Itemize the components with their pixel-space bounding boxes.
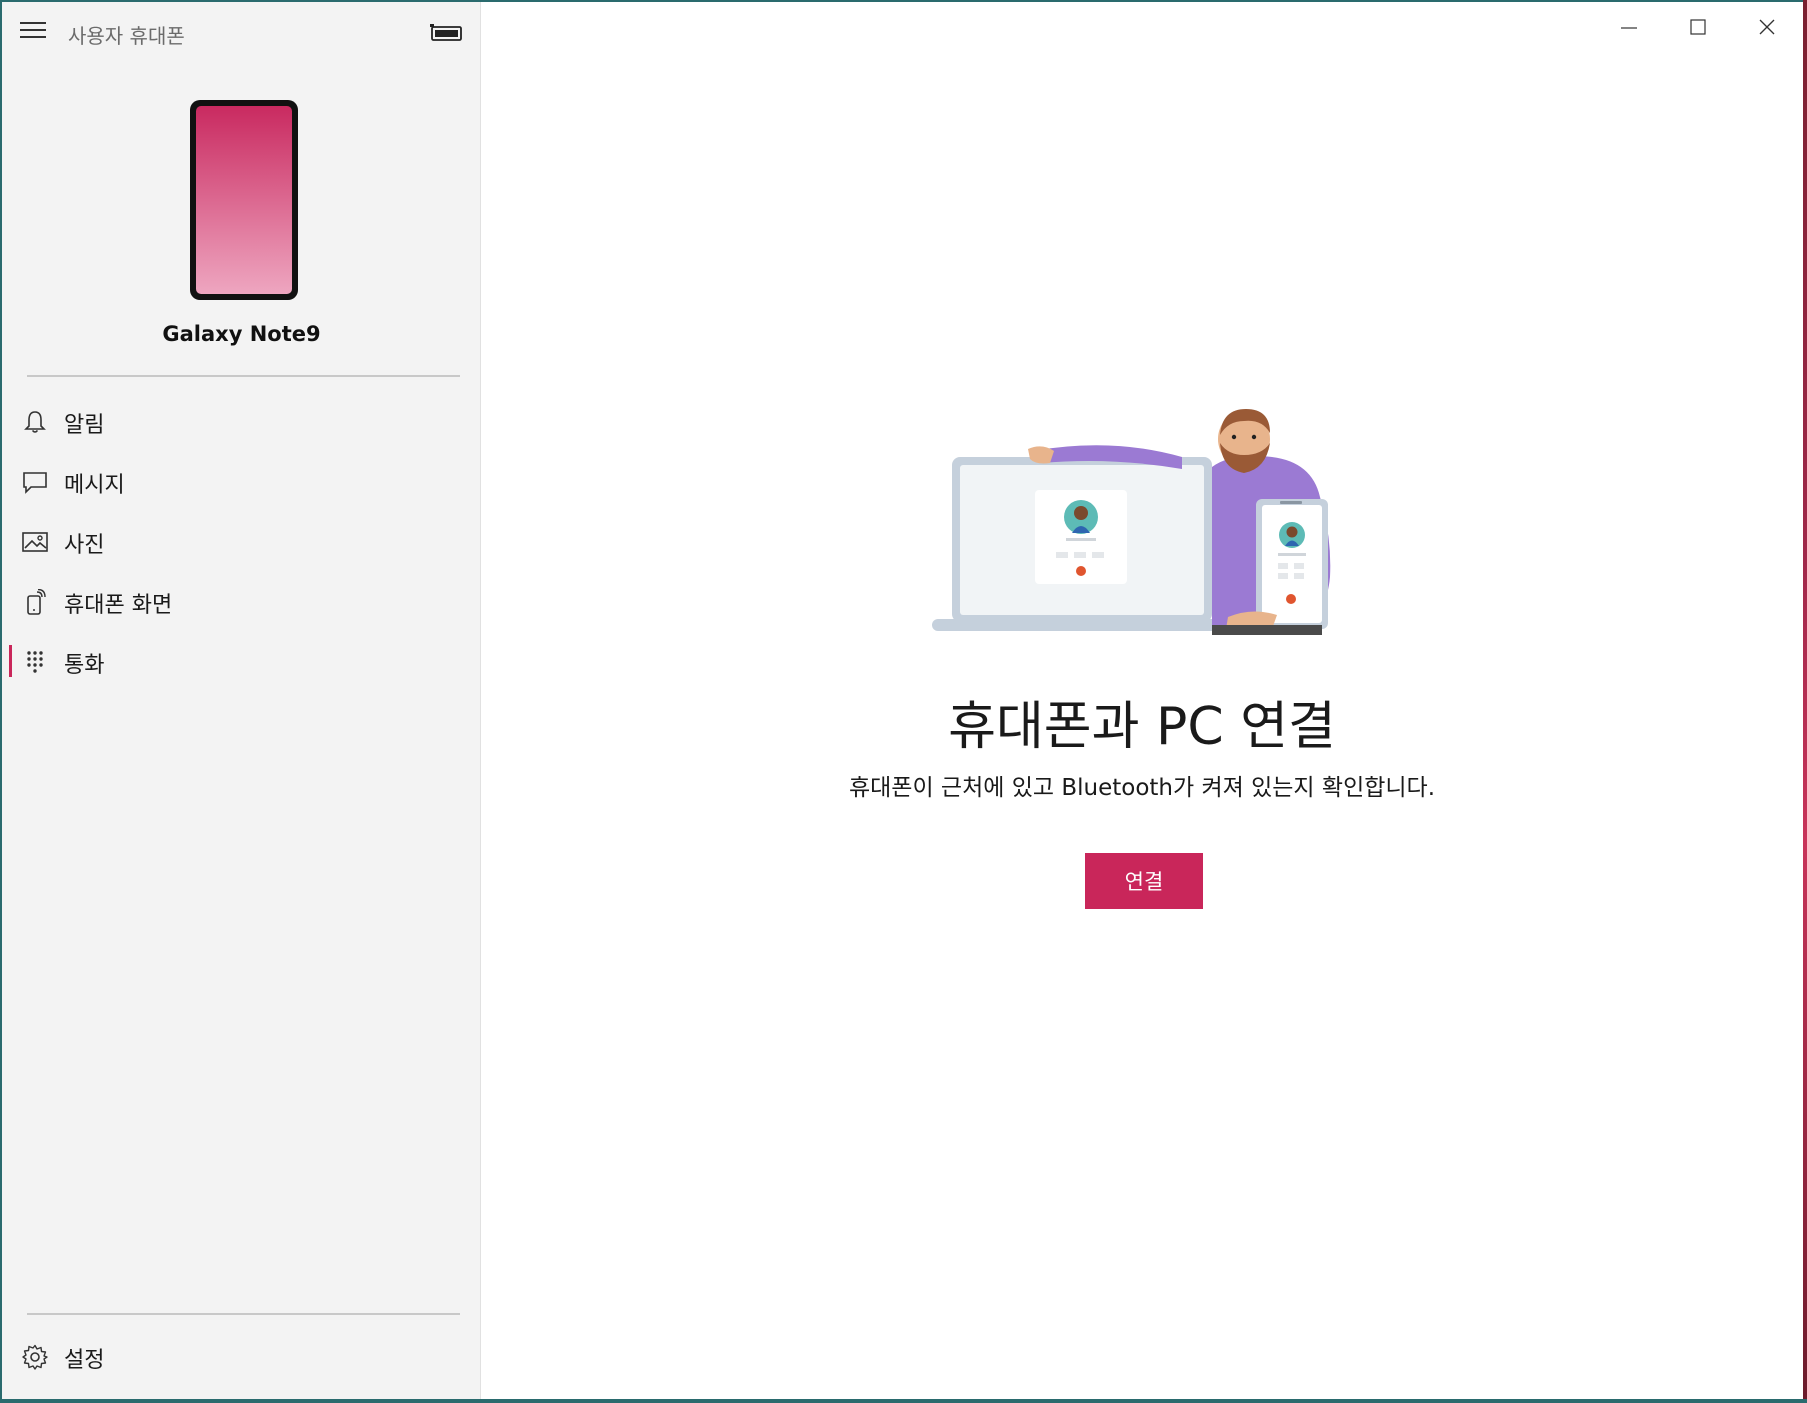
- sidebar-item-label: 통화: [64, 653, 105, 678]
- app-window: 사용자 휴대폰 Galaxy Note9 알림 메시지 사진 휴대폰 화면 통화…: [2, 2, 1803, 1399]
- sidebar: 사용자 휴대폰 Galaxy Note9 알림 메시지 사진 휴대폰 화면 통화…: [2, 2, 481, 1399]
- sidebar-item-label: 휴대폰 화면: [64, 593, 173, 618]
- sidebar-item-label: 사진: [64, 533, 105, 558]
- page-title: 휴대폰과 PC 연결: [948, 697, 1336, 757]
- settings-label: 설정: [64, 1348, 105, 1373]
- sidebar-nav: 알림 메시지 사진 휴대폰 화면 통화: [2, 391, 481, 691]
- photos-icon: [22, 532, 48, 552]
- close-icon[interactable]: [1744, 10, 1790, 46]
- phone-screen-icon: [27, 589, 46, 615]
- sidebar-item-phone-screen[interactable]: 휴대폰 화면: [2, 571, 481, 631]
- maximize-icon[interactable]: [1675, 10, 1721, 46]
- gear-icon: [22, 1344, 48, 1370]
- sidebar-item-calls[interactable]: 통화: [2, 631, 481, 691]
- device-name: Galaxy Note9: [162, 322, 321, 346]
- connect-illustration: [932, 409, 1331, 635]
- sidebar-item-photos[interactable]: 사진: [2, 511, 481, 571]
- desktop-edge: [1803, 0, 1807, 1403]
- hamburger-menu-icon[interactable]: [20, 22, 46, 42]
- sidebar-item-messages[interactable]: 메시지: [2, 451, 481, 511]
- desktop-edge: [0, 1399, 1807, 1403]
- title-bar: 사용자 휴대폰: [2, 2, 481, 62]
- sidebar-item-notifications[interactable]: 알림: [2, 391, 481, 451]
- connect-button[interactable]: 연결: [1085, 853, 1203, 909]
- minimize-icon[interactable]: [1606, 10, 1652, 46]
- dialpad-icon: [27, 651, 43, 673]
- sidebar-item-label: 알림: [64, 413, 105, 438]
- active-indicator: [9, 645, 12, 677]
- sidebar-divider: [27, 375, 460, 377]
- battery-icon: [430, 24, 462, 41]
- settings-button[interactable]: 설정: [2, 1328, 481, 1388]
- bell-icon: [24, 411, 46, 433]
- sidebar-item-label: 메시지: [64, 473, 125, 498]
- page-subtitle: 휴대폰이 근처에 있고 Bluetooth가 켜져 있는지 확인합니다.: [848, 775, 1436, 801]
- app-title: 사용자 휴대폰: [68, 24, 185, 48]
- message-icon: [23, 472, 47, 494]
- phone-device-image: [190, 100, 298, 300]
- sidebar-divider: [27, 1313, 460, 1315]
